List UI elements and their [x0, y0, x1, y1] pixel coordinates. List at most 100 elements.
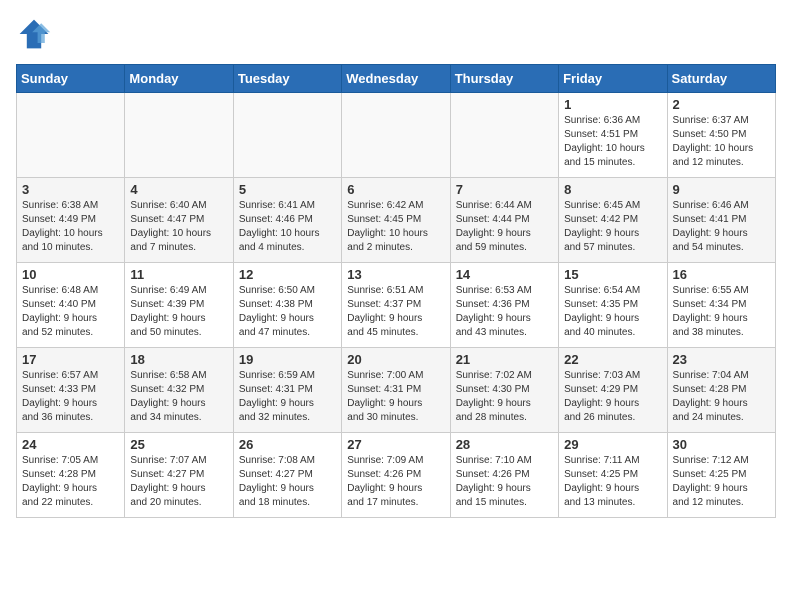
calendar-cell: 8 Sunrise: 6:45 AM Sunset: 4:42 PM Daylig… — [559, 178, 667, 263]
calendar-cell: 9 Sunrise: 6:46 AM Sunset: 4:41 PM Daylig… — [667, 178, 775, 263]
day-number: 16 — [673, 267, 770, 282]
day-number: 6 — [347, 182, 444, 197]
day-number: 14 — [456, 267, 553, 282]
calendar-cell: 6 Sunrise: 6:42 AM Sunset: 4:45 PM Daylig… — [342, 178, 450, 263]
day-number: 13 — [347, 267, 444, 282]
day-info: Sunrise: 7:12 AM Sunset: 4:25 PM Dayligh… — [673, 454, 770, 510]
day-info: Sunrise: 6:55 AM Sunset: 4:34 PM Dayligh… — [673, 284, 770, 340]
calendar-cell: 29 Sunrise: 7:11 AM Sunset: 4:25 PM Dayli… — [559, 433, 667, 518]
calendar-cell: 1Sunrise: 6:36 AM Sunset: 4:51 PM Daylig… — [559, 93, 667, 178]
page: SundayMondayTuesdayWednesdayThursdayFrid… — [0, 0, 792, 534]
calendar-cell — [17, 93, 125, 178]
logo-icon — [16, 16, 52, 52]
day-info: Sunrise: 6:45 AM Sunset: 4:42 PM Dayligh… — [564, 199, 661, 255]
calendar-cell: 5 Sunrise: 6:41 AM Sunset: 4:46 PM Daylig… — [233, 178, 341, 263]
day-number: 7 — [456, 182, 553, 197]
calendar-week-row: 10 Sunrise: 6:48 AM Sunset: 4:40 PM Dayli… — [17, 263, 776, 348]
calendar-header-row: SundayMondayTuesdayWednesdayThursdayFrid… — [17, 65, 776, 93]
day-number: 12 — [239, 267, 336, 282]
calendar-cell: 7Sunrise: 6:44 AM Sunset: 4:44 PM Daylig… — [450, 178, 558, 263]
calendar-cell — [125, 93, 233, 178]
day-number: 4 — [130, 182, 227, 197]
day-info: Sunrise: 6:50 AM Sunset: 4:38 PM Dayligh… — [239, 284, 336, 340]
day-info: Sunrise: 7:00 AM Sunset: 4:31 PM Dayligh… — [347, 369, 444, 425]
calendar-cell: 20 Sunrise: 7:00 AM Sunset: 4:31 PM Dayli… — [342, 348, 450, 433]
day-number: 30 — [673, 437, 770, 452]
calendar-cell: 19 Sunrise: 6:59 AM Sunset: 4:31 PM Dayli… — [233, 348, 341, 433]
calendar-cell — [450, 93, 558, 178]
day-number: 3 — [22, 182, 119, 197]
day-info: Sunrise: 6:57 AM Sunset: 4:33 PM Dayligh… — [22, 369, 119, 425]
day-info: Sunrise: 7:02 AM Sunset: 4:30 PM Dayligh… — [456, 369, 553, 425]
day-number: 23 — [673, 352, 770, 367]
day-info: Sunrise: 6:54 AM Sunset: 4:35 PM Dayligh… — [564, 284, 661, 340]
calendar-cell: 2 Sunrise: 6:37 AM Sunset: 4:50 PM Daylig… — [667, 93, 775, 178]
day-number: 19 — [239, 352, 336, 367]
day-number: 17 — [22, 352, 119, 367]
calendar-cell: 23 Sunrise: 7:04 AM Sunset: 4:28 PM Dayli… — [667, 348, 775, 433]
day-info: Sunrise: 6:41 AM Sunset: 4:46 PM Dayligh… — [239, 199, 336, 255]
day-info: Sunrise: 6:53 AM Sunset: 4:36 PM Dayligh… — [456, 284, 553, 340]
calendar-cell: 26Sunrise: 7:08 AM Sunset: 4:27 PM Dayli… — [233, 433, 341, 518]
day-info: Sunrise: 6:59 AM Sunset: 4:31 PM Dayligh… — [239, 369, 336, 425]
day-number: 2 — [673, 97, 770, 112]
weekday-header: Wednesday — [342, 65, 450, 93]
calendar-cell: 18 Sunrise: 6:58 AM Sunset: 4:32 PM Dayli… — [125, 348, 233, 433]
weekday-header: Tuesday — [233, 65, 341, 93]
calendar-week-row: 3 Sunrise: 6:38 AM Sunset: 4:49 PM Daylig… — [17, 178, 776, 263]
day-number: 20 — [347, 352, 444, 367]
weekday-header: Sunday — [17, 65, 125, 93]
day-number: 25 — [130, 437, 227, 452]
day-info: Sunrise: 6:37 AM Sunset: 4:50 PM Dayligh… — [673, 114, 770, 170]
calendar-cell — [342, 93, 450, 178]
calendar-cell: 16 Sunrise: 6:55 AM Sunset: 4:34 PM Dayli… — [667, 263, 775, 348]
day-info: Sunrise: 7:07 AM Sunset: 4:27 PM Dayligh… — [130, 454, 227, 510]
calendar-cell: 10 Sunrise: 6:48 AM Sunset: 4:40 PM Dayli… — [17, 263, 125, 348]
day-number: 11 — [130, 267, 227, 282]
day-info: Sunrise: 6:46 AM Sunset: 4:41 PM Dayligh… — [673, 199, 770, 255]
day-info: Sunrise: 6:48 AM Sunset: 4:40 PM Dayligh… — [22, 284, 119, 340]
day-info: Sunrise: 6:42 AM Sunset: 4:45 PM Dayligh… — [347, 199, 444, 255]
day-number: 9 — [673, 182, 770, 197]
calendar-table: SundayMondayTuesdayWednesdayThursdayFrid… — [16, 64, 776, 518]
calendar-cell: 13Sunrise: 6:51 AM Sunset: 4:37 PM Dayli… — [342, 263, 450, 348]
calendar-cell: 28 Sunrise: 7:10 AM Sunset: 4:26 PM Dayli… — [450, 433, 558, 518]
weekday-header: Friday — [559, 65, 667, 93]
day-number: 5 — [239, 182, 336, 197]
calendar-cell: 17 Sunrise: 6:57 AM Sunset: 4:33 PM Dayli… — [17, 348, 125, 433]
calendar-cell: 24Sunrise: 7:05 AM Sunset: 4:28 PM Dayli… — [17, 433, 125, 518]
day-info: Sunrise: 7:11 AM Sunset: 4:25 PM Dayligh… — [564, 454, 661, 510]
calendar-week-row: 17 Sunrise: 6:57 AM Sunset: 4:33 PM Dayli… — [17, 348, 776, 433]
calendar-cell: 11Sunrise: 6:49 AM Sunset: 4:39 PM Dayli… — [125, 263, 233, 348]
day-info: Sunrise: 6:38 AM Sunset: 4:49 PM Dayligh… — [22, 199, 119, 255]
weekday-header: Monday — [125, 65, 233, 93]
day-number: 29 — [564, 437, 661, 452]
day-number: 22 — [564, 352, 661, 367]
day-number: 8 — [564, 182, 661, 197]
day-info: Sunrise: 7:08 AM Sunset: 4:27 PM Dayligh… — [239, 454, 336, 510]
day-info: Sunrise: 6:58 AM Sunset: 4:32 PM Dayligh… — [130, 369, 227, 425]
calendar-cell: 25 Sunrise: 7:07 AM Sunset: 4:27 PM Dayli… — [125, 433, 233, 518]
day-number: 10 — [22, 267, 119, 282]
calendar-cell: 30 Sunrise: 7:12 AM Sunset: 4:25 PM Dayli… — [667, 433, 775, 518]
calendar-cell: 21 Sunrise: 7:02 AM Sunset: 4:30 PM Dayli… — [450, 348, 558, 433]
weekday-header: Saturday — [667, 65, 775, 93]
day-info: Sunrise: 7:10 AM Sunset: 4:26 PM Dayligh… — [456, 454, 553, 510]
day-number: 15 — [564, 267, 661, 282]
calendar-cell — [233, 93, 341, 178]
calendar-cell: 15 Sunrise: 6:54 AM Sunset: 4:35 PM Dayli… — [559, 263, 667, 348]
weekday-header: Thursday — [450, 65, 558, 93]
day-info: Sunrise: 7:05 AM Sunset: 4:28 PM Dayligh… — [22, 454, 119, 510]
day-number: 1 — [564, 97, 661, 112]
calendar-week-row: 24Sunrise: 7:05 AM Sunset: 4:28 PM Dayli… — [17, 433, 776, 518]
calendar-cell: 4Sunrise: 6:40 AM Sunset: 4:47 PM Daylig… — [125, 178, 233, 263]
calendar-cell: 14 Sunrise: 6:53 AM Sunset: 4:36 PM Dayli… — [450, 263, 558, 348]
day-number: 28 — [456, 437, 553, 452]
header — [16, 16, 776, 52]
calendar-cell: 27 Sunrise: 7:09 AM Sunset: 4:26 PM Dayli… — [342, 433, 450, 518]
day-number: 21 — [456, 352, 553, 367]
day-info: Sunrise: 7:04 AM Sunset: 4:28 PM Dayligh… — [673, 369, 770, 425]
day-number: 18 — [130, 352, 227, 367]
day-number: 27 — [347, 437, 444, 452]
day-info: Sunrise: 7:09 AM Sunset: 4:26 PM Dayligh… — [347, 454, 444, 510]
